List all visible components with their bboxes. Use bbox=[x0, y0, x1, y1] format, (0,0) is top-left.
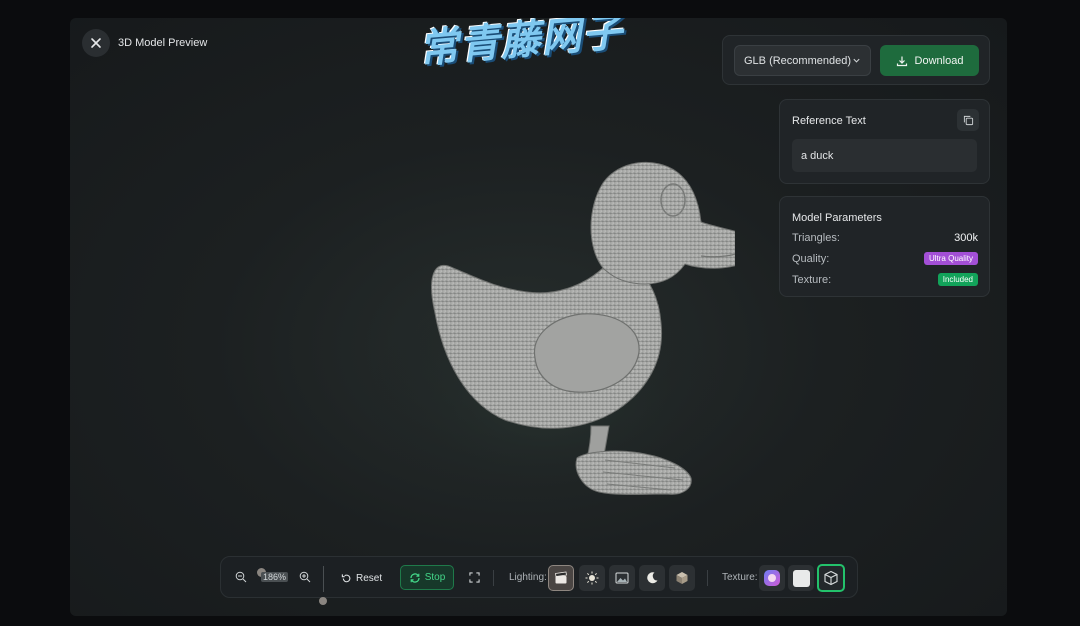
reference-text-panel: Reference Text a duck bbox=[779, 99, 990, 184]
page-title: 3D Model Preview bbox=[118, 37, 208, 49]
zoom-out-icon bbox=[235, 571, 247, 583]
reference-text-value: a duck bbox=[792, 139, 977, 172]
fullscreen-button[interactable] bbox=[467, 570, 481, 584]
param-label: Quality: bbox=[792, 252, 830, 265]
texture-white-button[interactable] bbox=[788, 565, 814, 591]
zoom-out-button[interactable] bbox=[234, 570, 248, 584]
texture-badge: Included bbox=[937, 273, 978, 286]
quality-badge: Ultra Quality bbox=[923, 252, 978, 265]
param-label: Texture: bbox=[792, 273, 832, 286]
stop-rotation-button[interactable]: Stop bbox=[400, 565, 454, 590]
download-button[interactable]: Download bbox=[880, 45, 979, 76]
image-icon bbox=[615, 572, 629, 584]
lighting-label: Lighting: bbox=[509, 572, 547, 583]
copy-button[interactable] bbox=[957, 109, 979, 131]
reset-button[interactable]: Reset bbox=[341, 568, 382, 588]
wireframe-cube-icon bbox=[824, 570, 838, 586]
lighting-sun-button[interactable] bbox=[579, 565, 605, 591]
param-label: Triangles: bbox=[792, 232, 840, 244]
model-preview-modal: 3D Model Preview GLB (Recommended) Downl… bbox=[70, 18, 1007, 616]
lighting-environment-button[interactable] bbox=[609, 565, 635, 591]
stop-label: Stop bbox=[424, 572, 446, 583]
rotate-icon bbox=[410, 572, 420, 583]
cube-icon bbox=[676, 572, 688, 584]
texture-label: Texture: bbox=[722, 572, 758, 583]
zoom-in-icon bbox=[299, 571, 311, 583]
reference-text-title: Reference Text bbox=[792, 115, 866, 127]
toolbar-divider bbox=[493, 570, 494, 586]
vertical-slider-handle[interactable] bbox=[319, 597, 327, 605]
watermark-text: 常青藤网子 bbox=[416, 18, 625, 73]
sun-icon bbox=[585, 571, 599, 585]
lighting-studio-button[interactable] bbox=[548, 565, 574, 591]
copy-icon bbox=[963, 115, 973, 125]
texture-wireframe-button[interactable] bbox=[817, 564, 845, 592]
param-row-texture: Texture: Included bbox=[792, 273, 978, 286]
triangles-value: 300k bbox=[954, 232, 978, 244]
format-select-value: GLB (Recommended) bbox=[744, 54, 851, 67]
duck-model bbox=[365, 161, 757, 508]
reset-label: Reset bbox=[356, 572, 383, 584]
chevron-down-icon bbox=[853, 58, 860, 63]
zoom-in-button[interactable] bbox=[298, 570, 312, 584]
model-parameters-panel: Model Parameters Triangles: 300k Quality… bbox=[779, 196, 990, 297]
close-icon bbox=[91, 38, 101, 48]
download-icon bbox=[896, 56, 907, 66]
viewer-toolbar: 186% Reset Stop Lighting: Texture: bbox=[220, 556, 858, 605]
app-backdrop: 3D Model Preview GLB (Recommended) Downl… bbox=[0, 0, 1080, 626]
fullscreen-icon bbox=[468, 571, 480, 583]
lighting-night-button[interactable] bbox=[639, 565, 665, 591]
toolbar-divider bbox=[707, 570, 708, 586]
download-button-label: Download bbox=[914, 54, 964, 67]
model-viewport[interactable] bbox=[355, 138, 757, 508]
vertical-slider-track[interactable] bbox=[323, 566, 324, 592]
moon-icon bbox=[647, 572, 658, 584]
format-select[interactable]: GLB (Recommended) bbox=[734, 45, 871, 76]
texture-color-button[interactable] bbox=[759, 565, 785, 591]
param-row-triangles: Triangles: 300k bbox=[792, 232, 978, 244]
color-texture-icon bbox=[764, 570, 780, 586]
param-row-quality: Quality: Ultra Quality bbox=[792, 252, 978, 265]
clapperboard-icon bbox=[555, 571, 567, 584]
white-material-icon bbox=[792, 569, 810, 587]
zoom-level: 186% bbox=[261, 572, 289, 582]
model-parameters-title: Model Parameters bbox=[792, 212, 882, 224]
download-panel: GLB (Recommended) Download bbox=[722, 35, 990, 85]
reset-icon bbox=[341, 573, 351, 582]
lighting-box-button[interactable] bbox=[669, 565, 695, 591]
close-button[interactable] bbox=[82, 29, 110, 57]
